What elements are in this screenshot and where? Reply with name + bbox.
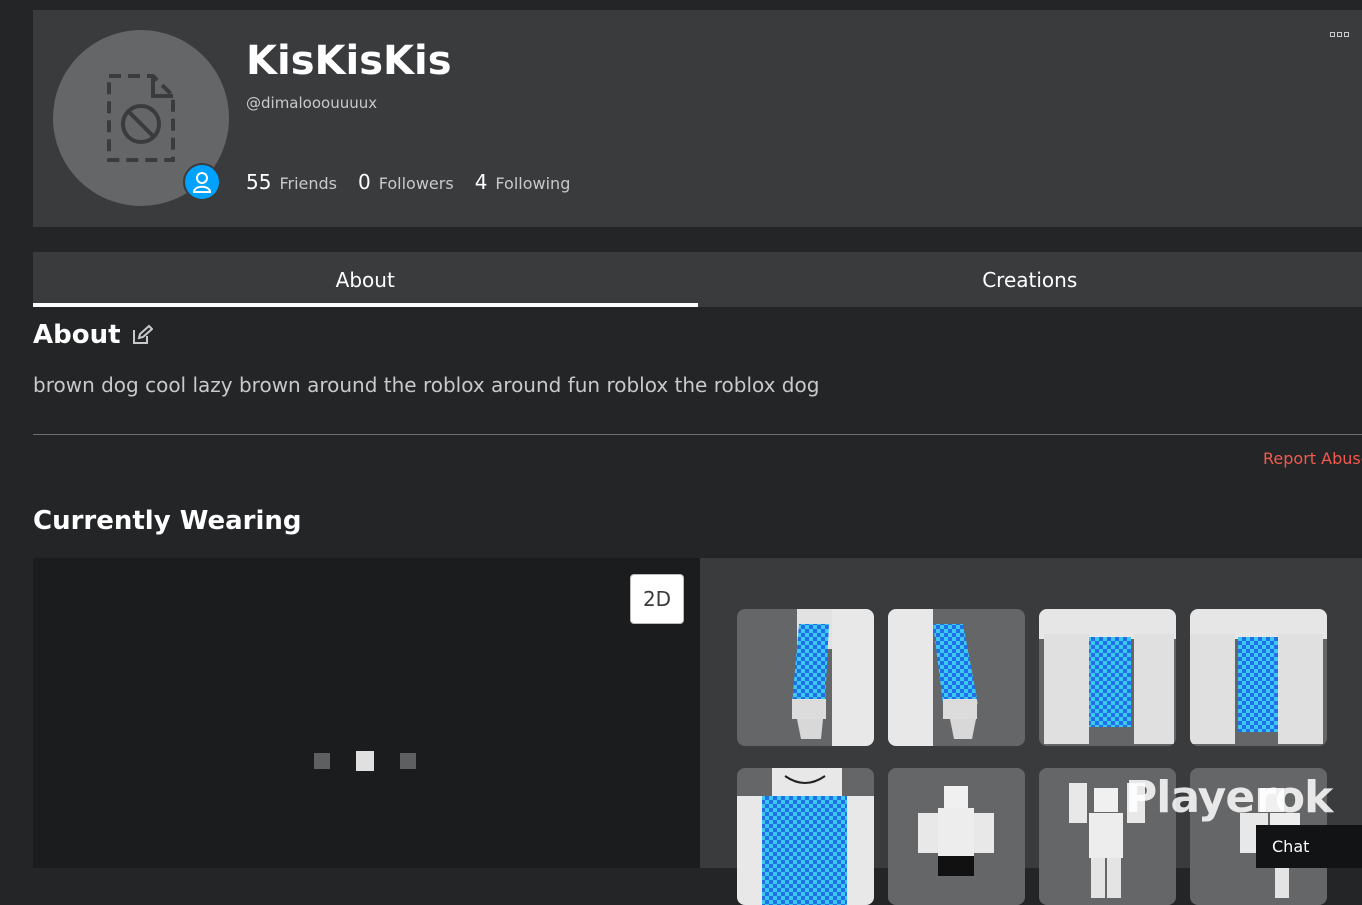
profile-header: KisKisKis @dimalooouuuux 55 Friends 0 Fo… [33,10,1362,227]
wearing-item-5[interactable] [737,768,874,905]
report-abuse-link[interactable]: Report Abuse [1263,449,1362,468]
stat-label: Friends [279,174,337,193]
divider [33,434,1362,435]
user-status-icon [183,163,221,201]
stat-count: 0 [358,170,371,194]
wearing-item-1[interactable] [737,609,874,746]
username: @dimalooouuuux [246,94,377,112]
stat-count: 4 [475,170,488,194]
playerok-watermark: Playerok [1125,772,1332,823]
wearing-item-4[interactable] [1190,609,1327,746]
broken-image-icon [105,72,177,164]
more-options-icon[interactable] [1330,32,1349,37]
stat-label: Followers [379,174,454,193]
stat-label: Following [495,174,570,193]
avatar-viewer[interactable]: 2D [33,558,700,868]
stat-following[interactable]: 4 Following [475,170,571,194]
profile-stats: 55 Friends 0 Followers 4 Following [246,170,570,194]
wearing-item-2[interactable] [888,609,1025,746]
profile-tabs: About Creations [33,252,1362,307]
tab-about[interactable]: About [33,252,698,307]
loading-indicator [314,751,416,771]
tab-creations[interactable]: Creations [698,252,1362,307]
stat-count: 55 [246,170,271,194]
wearing-item-3[interactable] [1039,609,1176,746]
display-name: KisKisKis [246,38,452,84]
toggle-2d-button[interactable]: 2D [630,574,684,624]
about-heading: About [33,320,121,350]
currently-wearing-title: Currently Wearing [33,506,302,536]
stat-followers[interactable]: 0 Followers [358,170,454,194]
chat-button[interactable]: Chat [1256,825,1362,868]
wearing-item-6[interactable] [888,768,1025,905]
bio-text: brown dog cool lazy brown around the rob… [33,373,819,397]
about-section-title: About [33,320,153,350]
stat-friends[interactable]: 55 Friends [246,170,337,194]
edit-icon[interactable] [131,324,153,346]
